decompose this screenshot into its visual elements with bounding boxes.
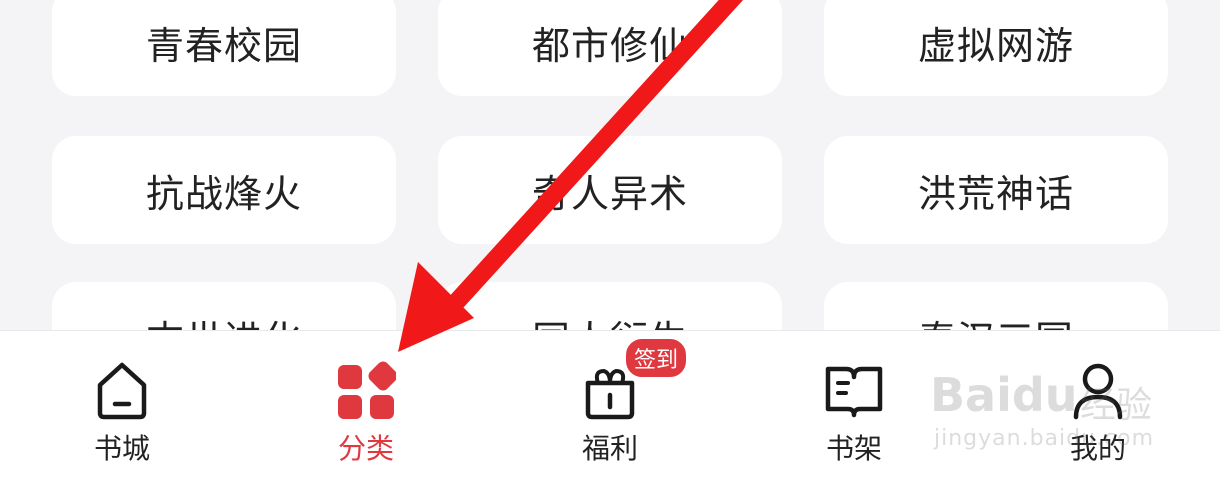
category-label: 虚拟网游 <box>917 23 1074 68</box>
category-label: 抗战烽火 <box>145 171 302 216</box>
watermark-url: jingyan.baidu.com <box>934 426 1155 451</box>
book-icon <box>825 366 883 418</box>
category-label: 秦汉三国 <box>918 309 1074 331</box>
category-kangzhan-fenghuo[interactable]: 抗战烽火 <box>52 136 396 244</box>
tab-bookshelf[interactable]: 书架 <box>774 331 934 479</box>
tab-category[interactable]: 分类 <box>286 331 446 479</box>
category-tongren-yansheng[interactable]: 同人衍生 <box>438 282 782 330</box>
tab-label: 福利 <box>581 432 638 465</box>
home-icon <box>97 362 147 420</box>
category-label: 都市修仙 <box>531 23 688 68</box>
category-label: 奇人异术 <box>531 171 688 216</box>
category-grid-icon <box>338 361 396 419</box>
category-grid: 青春校园 都市修仙 虚拟网游 抗战烽火 奇人异术 洪荒神话 末世进化 同人衍生 … <box>0 0 1220 330</box>
tab-label: 书架 <box>825 432 882 465</box>
tab-label: 分类 <box>337 432 394 465</box>
category-label: 青春校园 <box>145 23 302 68</box>
category-honghuang-shenhua[interactable]: 洪荒神话 <box>824 136 1168 244</box>
watermark-cn: 经验 <box>1080 385 1153 426</box>
category-qiren-yishu[interactable]: 奇人异术 <box>438 136 782 244</box>
category-label: 同人衍生 <box>532 309 688 331</box>
tab-welfare[interactable]: 签到 福利 <box>530 331 690 479</box>
tab-label: 书城 <box>93 432 150 465</box>
tab-bookstore[interactable]: 书城 <box>42 331 202 479</box>
category-moshi-jinhua[interactable]: 末世进化 <box>52 282 396 330</box>
category-xuni-wangyou[interactable]: 虚拟网游 <box>824 0 1168 96</box>
category-qingchun-xiaoyuan[interactable]: 青春校园 <box>52 0 396 96</box>
category-dushi-xiuxian[interactable]: 都市修仙 <box>438 0 782 96</box>
category-qinhan-sanguo[interactable]: 秦汉三国 <box>824 282 1168 330</box>
category-label: 末世进化 <box>146 309 302 331</box>
watermark-brand: Baidu <box>930 368 1078 422</box>
checkin-badge[interactable]: 签到 <box>624 337 689 379</box>
category-label: 洪荒神话 <box>917 171 1074 216</box>
baidu-watermark: Baidu 经验 jingyan.baidu.com <box>930 348 1170 458</box>
